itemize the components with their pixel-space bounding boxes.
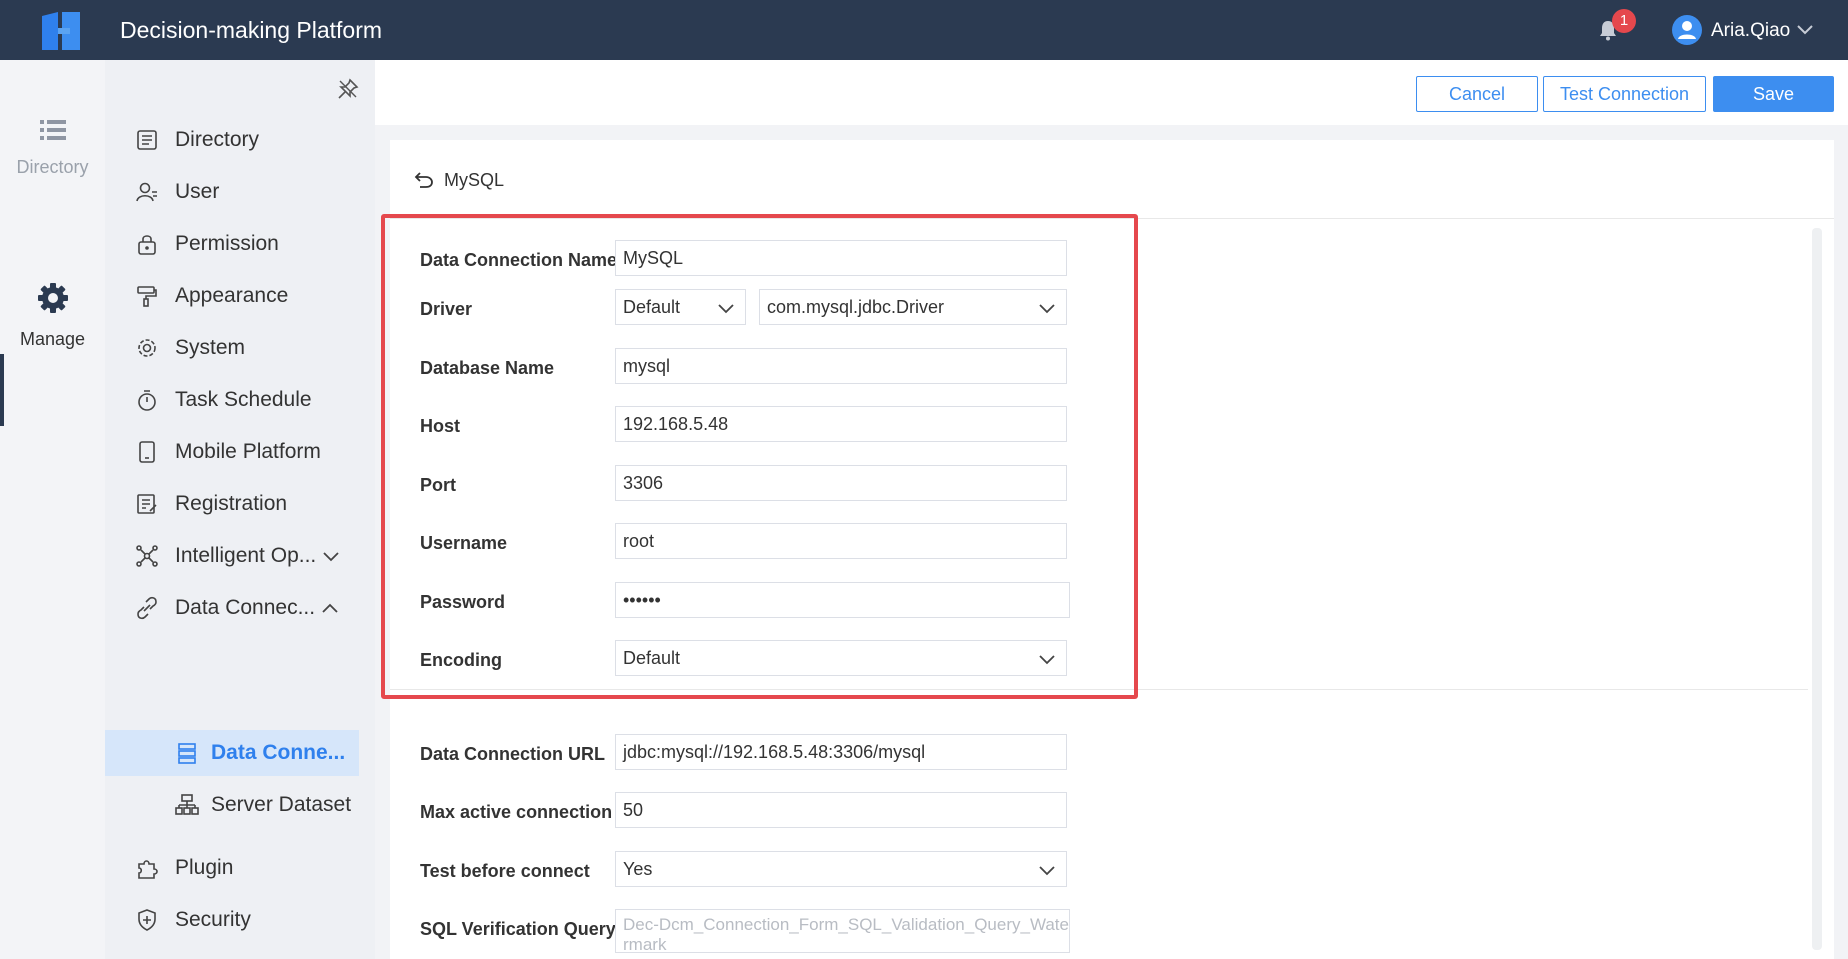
link-icon xyxy=(137,596,157,620)
nav-item-data-connection[interactable]: Data Connec... xyxy=(105,584,375,632)
chevron-up-icon xyxy=(322,603,338,613)
rail-label: Manage xyxy=(19,329,86,349)
nav-item-label: System xyxy=(175,336,246,359)
chevron-down-icon xyxy=(323,552,339,562)
app-title: Decision-making Platform xyxy=(120,17,383,43)
nav-item-label: Permission xyxy=(175,232,279,255)
action-toolbar: Cancel Test Connection Save xyxy=(375,60,1848,125)
back-arrow-icon xyxy=(414,172,433,188)
form-title: MySQL xyxy=(444,169,505,190)
vertical-scrollbar[interactable] xyxy=(1812,228,1822,950)
lock-icon xyxy=(138,235,156,255)
nav-subitem-server-dataset[interactable]: Server Dataset xyxy=(105,782,359,828)
nav-item-label: Security xyxy=(175,908,251,931)
nav-item-label: User xyxy=(175,180,220,203)
rail-active-indicator xyxy=(0,354,4,426)
sql-query-label: SQL Verification Query xyxy=(420,919,616,939)
highlight-box xyxy=(381,214,1138,699)
avatar[interactable] xyxy=(1672,15,1702,45)
cancel-button[interactable]: Cancel xyxy=(1416,76,1538,112)
nav-item-label: Data Connec... xyxy=(175,596,316,619)
max-active-label: Max active connection xyxy=(420,802,613,822)
nav-item-task-schedule[interactable]: Task Schedule xyxy=(105,376,375,424)
database-icon xyxy=(178,743,196,764)
nav-item-security[interactable]: Security xyxy=(105,896,375,944)
shield-icon xyxy=(138,909,156,931)
user-name[interactable]: Aria.Qiao xyxy=(1711,20,1790,42)
list-icon xyxy=(39,120,66,140)
nav-item-intelligent-ops[interactable]: Intelligent Op... xyxy=(105,532,375,580)
chevron-down-icon xyxy=(1039,866,1055,876)
puzzle-icon xyxy=(138,860,158,879)
nav-item-label: Task Schedule xyxy=(175,388,312,411)
nav-item-label: Mobile Platform xyxy=(175,440,321,463)
nav-item-label: Plugin xyxy=(175,856,234,879)
gear-icon xyxy=(37,283,68,313)
tablet-icon xyxy=(139,441,155,463)
test-before-label: Test before connect xyxy=(420,861,590,881)
user-icon xyxy=(136,182,157,202)
stopwatch-icon xyxy=(138,390,156,411)
primary-rail: Directory Manage xyxy=(0,60,105,959)
rail-item-manage[interactable]: Manage xyxy=(0,282,105,350)
test-before-select[interactable]: Yes xyxy=(615,851,1067,887)
dataset-icon xyxy=(175,794,199,815)
nav-item-label: Intelligent Op... xyxy=(175,544,317,567)
pin-icon[interactable] xyxy=(337,78,359,100)
nav-item-directory[interactable]: Directory xyxy=(105,116,375,164)
nav-subitem-label: Data Conne... xyxy=(211,741,346,764)
nav-item-label: Registration xyxy=(175,492,288,515)
nav-item-mobile-platform[interactable]: Mobile Platform xyxy=(105,428,375,476)
nav-item-appearance[interactable]: Appearance xyxy=(105,272,375,320)
rail-label: Directory xyxy=(16,157,89,177)
back-link[interactable]: MySQL xyxy=(414,168,504,192)
network-icon xyxy=(136,545,158,567)
nav-subitem-data-connection[interactable]: Data Conne... xyxy=(105,730,359,776)
chevron-down-icon[interactable] xyxy=(1796,22,1814,36)
save-button[interactable]: Save xyxy=(1713,76,1834,112)
user-avatar-icon xyxy=(1678,21,1696,39)
nav-item-plugin[interactable]: Plugin xyxy=(105,844,375,892)
nav-subitem-label: Server Dataset xyxy=(211,793,352,816)
platform-logo-icon[interactable] xyxy=(38,10,84,52)
nav-item-label: Directory xyxy=(175,128,260,151)
notification-badge: 1 xyxy=(1612,9,1636,33)
nav-item-label: Appearance xyxy=(175,284,289,307)
nav-item-system[interactable]: System xyxy=(105,324,375,372)
rail-item-directory[interactable]: Directory xyxy=(0,118,105,178)
nav-item-permission[interactable]: Permission xyxy=(105,220,375,268)
registration-icon xyxy=(137,494,157,514)
test-connection-button[interactable]: Test Connection xyxy=(1543,76,1706,112)
directory-icon xyxy=(137,130,157,150)
nav-item-user[interactable]: User xyxy=(105,168,375,216)
paint-roller-icon xyxy=(137,286,157,307)
sql-query-input[interactable]: Dec-Dcm_Connection_Form_SQL_Validation_Q… xyxy=(615,909,1070,953)
top-bar: Decision-making Platform 1 Aria.Qiao xyxy=(0,0,1848,60)
test-before-value: Yes xyxy=(623,859,653,879)
max-active-input[interactable]: 50 xyxy=(615,792,1067,828)
url-input[interactable]: jdbc:mysql://192.168.5.48:3306/mysql xyxy=(615,734,1067,770)
nav-item-registration[interactable]: Registration xyxy=(105,480,375,528)
gear-icon xyxy=(138,339,156,357)
secondary-nav: Directory User Permission Appearance Sys… xyxy=(105,60,375,959)
url-label: Data Connection URL xyxy=(420,744,606,764)
